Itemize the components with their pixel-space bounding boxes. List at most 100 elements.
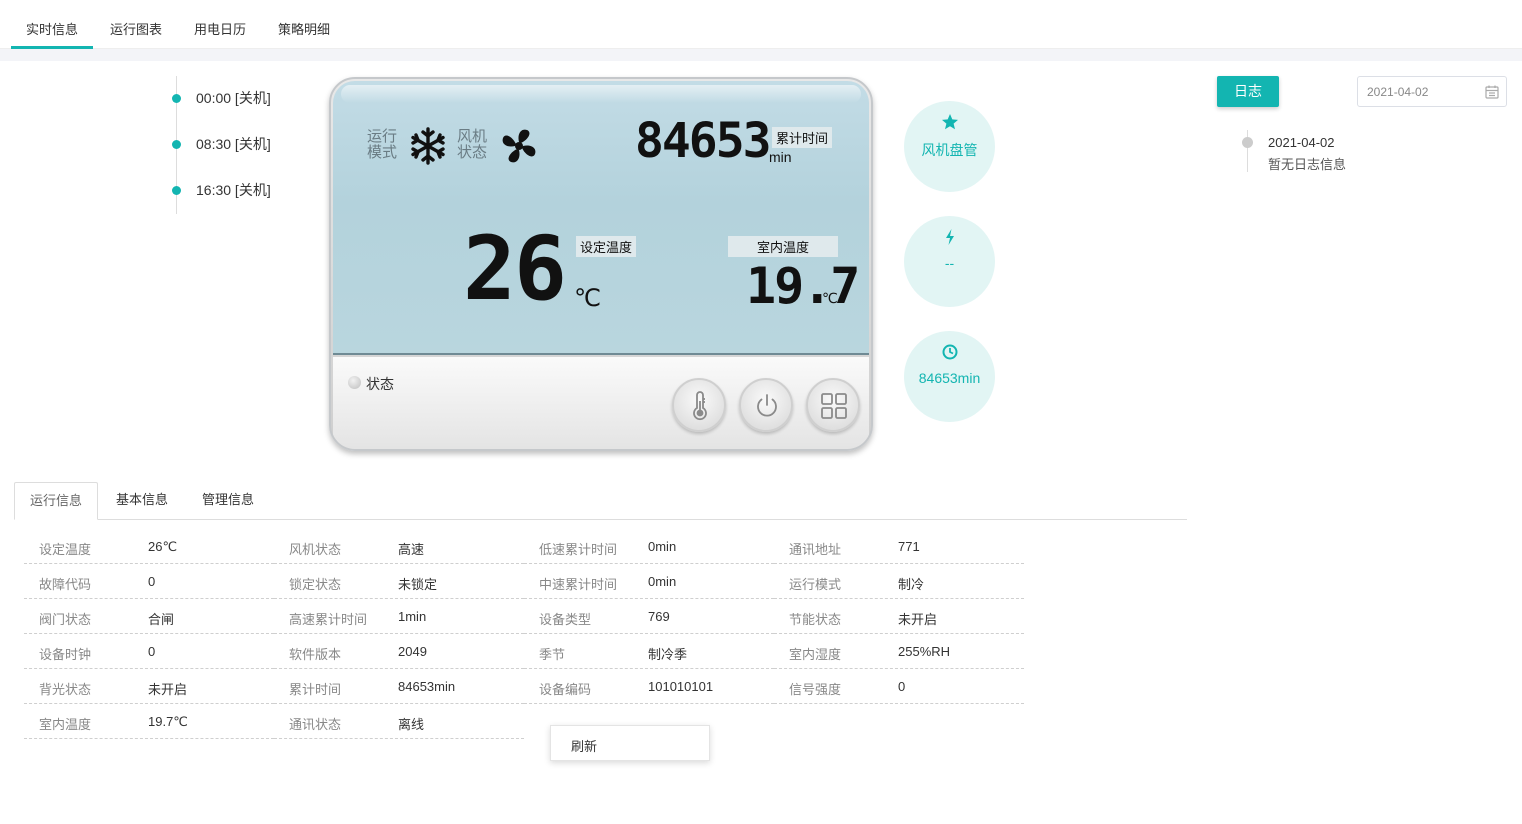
table-row: 信号强度 0	[774, 669, 1024, 704]
info-value: 制冷季	[648, 647, 688, 662]
info-value: 771	[898, 539, 920, 554]
info-value: 0	[148, 574, 156, 589]
table-row: 设备编码 101010101	[524, 669, 774, 704]
schedule-text: 08:30 [关机]	[196, 136, 271, 152]
temperature-button[interactable]	[672, 378, 726, 432]
table-row: 故障代码 0	[24, 564, 274, 599]
calendar-icon	[1485, 85, 1499, 99]
refresh-button[interactable]: 刷新	[550, 725, 710, 761]
info-key: 低速累计时间	[539, 542, 618, 557]
date-picker-value: 2021-04-02	[1367, 85, 1429, 99]
table-row: 锁定状态 未锁定	[274, 564, 524, 599]
info-value: 未开启	[148, 682, 188, 697]
info-value: 769	[648, 609, 670, 624]
tab-run-chart[interactable]: 运行图表	[110, 19, 162, 38]
table-row: 节能状态 未开启	[774, 599, 1024, 634]
info-key: 设备时钟	[39, 647, 92, 662]
screen-gloss	[341, 85, 861, 103]
info-value: 制冷	[898, 577, 925, 592]
info-key: 设定温度	[39, 542, 92, 557]
fan-label: 风机 状态	[457, 128, 488, 161]
accum-time-tag: 累计时间	[772, 127, 833, 148]
table-row: 设备类型 769	[524, 599, 774, 634]
timeline-dot	[172, 186, 181, 195]
table-row: 室内湿度 255%RH	[774, 634, 1024, 669]
power-button[interactable]	[739, 378, 793, 432]
device-type-label: 风机盘管	[921, 142, 978, 158]
clock-icon	[942, 344, 958, 360]
run-time-label: 84653min	[918, 370, 981, 386]
thermostat-panel: 运行 模式 风机 状态 84653 累计时间 min 26 设定温度 ℃ 室内温…	[329, 77, 873, 451]
info-key: 软件版本	[289, 647, 342, 662]
info-value: 255%RH	[898, 644, 951, 659]
info-value: 未开启	[898, 612, 938, 627]
log-button[interactable]: 日志	[1217, 76, 1279, 107]
timeline-dot	[172, 94, 181, 103]
fan-icon	[502, 129, 536, 163]
table-row: 高速累计时间 1min	[274, 599, 524, 634]
info-key: 中速累计时间	[539, 577, 618, 592]
tab-management-info[interactable]: 管理信息	[202, 482, 254, 520]
table-row: 通讯地址 771	[774, 529, 1024, 564]
info-value: 0min	[648, 539, 677, 554]
info-key: 累计时间	[289, 682, 342, 697]
refresh-label: 刷新	[571, 739, 598, 754]
info-value: 1min	[398, 609, 427, 624]
tab-strategy-detail[interactable]: 策略明细	[278, 19, 330, 38]
info-key: 阀门状态	[39, 612, 92, 627]
info-key: 季节	[539, 647, 566, 662]
info-value: 0	[148, 644, 156, 659]
info-value: 26℃	[148, 539, 178, 554]
power-icon	[757, 394, 777, 417]
table-row: 风机状态 高速	[274, 529, 524, 564]
thermostat-screen: 运行 模式 风机 状态 84653 累计时间 min 26 设定温度 ℃ 室内温…	[333, 81, 869, 355]
info-value: 0	[898, 679, 906, 694]
tab-realtime-info[interactable]: 实时信息	[26, 19, 78, 38]
accum-time-value: 84653	[635, 113, 771, 169]
table-row: 季节 制冷季	[524, 634, 774, 669]
timeline-dot	[172, 140, 181, 149]
info-key: 室内温度	[39, 717, 92, 732]
log-timeline-dot	[1242, 137, 1253, 148]
menu-button[interactable]	[806, 378, 860, 432]
table-row: 中速累计时间 0min	[524, 564, 774, 599]
log-entry-message: 暂无日志信息	[1268, 157, 1347, 172]
table-row: 阀门状态 合闸	[24, 599, 274, 634]
set-temp-tag: 设定温度	[576, 236, 637, 257]
tab-basic-info[interactable]: 基本信息	[116, 482, 168, 520]
info-value: 高速	[398, 542, 425, 557]
schedule-text: 00:00 [关机]	[196, 90, 271, 106]
tab-run-info[interactable]: 运行信息	[14, 482, 98, 520]
table-row: 累计时间 84653min	[274, 669, 524, 704]
set-temp-unit: ℃	[574, 285, 601, 312]
lightning-icon	[946, 229, 954, 245]
table-row: 室内温度 19.7℃	[24, 704, 274, 739]
table-row: 背光状态 未开启	[24, 669, 274, 704]
table-row: 软件版本 2049	[274, 634, 524, 669]
info-key: 锁定状态	[289, 577, 342, 592]
info-key: 通讯状态	[289, 717, 342, 732]
room-temp-value: 19.7	[746, 257, 860, 315]
info-key: 背光状态	[39, 682, 92, 697]
star-icon	[942, 114, 958, 130]
power-usage-badge: --	[904, 216, 995, 307]
room-temp-tag: 室内温度	[728, 236, 838, 257]
table-row: 设定温度 26℃	[24, 529, 274, 564]
info-value: 离线	[398, 717, 425, 732]
device-type-badge: 风机盘管	[904, 101, 995, 192]
power-usage-label: --	[944, 255, 955, 271]
info-key: 信号强度	[789, 682, 842, 697]
tab-power-calendar[interactable]: 用电日历	[194, 19, 246, 38]
status-indicator-light	[348, 376, 361, 389]
snowflake-icon	[411, 127, 445, 165]
thermometer-icon	[693, 391, 707, 421]
info-value: 84653min	[398, 679, 456, 694]
info-key: 通讯地址	[789, 542, 842, 557]
log-date-picker[interactable]: 2021-04-02	[1357, 76, 1507, 107]
info-value: 2049	[398, 644, 427, 659]
info-key: 风机状态	[289, 542, 342, 557]
info-key: 运行模式	[789, 577, 842, 592]
divider-band	[0, 49, 1522, 61]
set-temp-value: 26	[463, 217, 567, 320]
table-row: 设备时钟 0	[24, 634, 274, 669]
